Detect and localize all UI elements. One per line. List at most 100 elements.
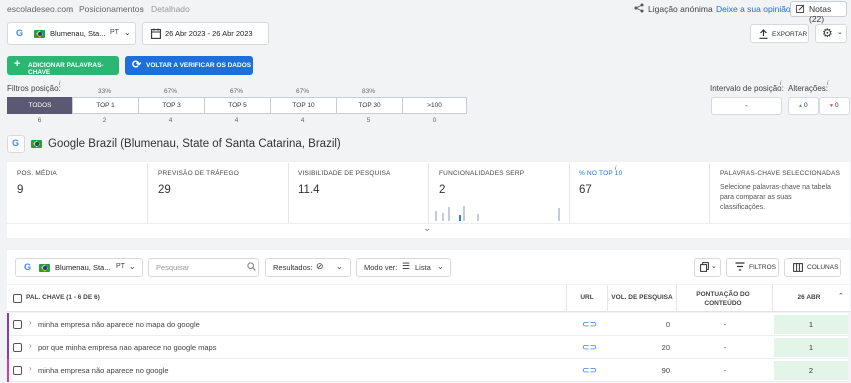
calendar-icon xyxy=(151,28,161,42)
keyword-search-input[interactable]: Pesquisar xyxy=(148,258,259,277)
filter-over100[interactable]: >100 xyxy=(402,97,467,114)
export-button[interactable]: EXPORTAR xyxy=(750,24,809,43)
chevron-down-icon: ⌄ xyxy=(423,223,432,234)
interval-value: - xyxy=(745,101,748,110)
filter-all[interactable]: TODOS xyxy=(7,97,73,114)
results-select[interactable]: Resultados: ⊘ ⌄ xyxy=(265,258,351,277)
breadcrumb-separator: › xyxy=(141,4,144,14)
chevron-up-icon[interactable]: ⌃ xyxy=(838,292,844,300)
share-icon[interactable] xyxy=(634,3,644,16)
metric-value-serp: 2 xyxy=(439,184,446,196)
position-interval-label: Intervalo de posição: xyxy=(710,84,784,93)
feedback-link[interactable]: Deixe a sua opinião xyxy=(716,4,791,14)
filter-pct-top10: 67% xyxy=(295,88,309,95)
metric-label-avg-position: POS. MÉDIA xyxy=(17,170,57,177)
chevron-down-icon: ⌄ xyxy=(124,28,131,37)
filters-button[interactable]: FILTROS xyxy=(726,258,779,277)
notes-button[interactable]: Notas (22) xyxy=(790,1,847,24)
list-icon: ☰ xyxy=(402,261,411,271)
link-icon[interactable]: ⊂⊃ xyxy=(582,342,597,353)
recheck-data-label: VOLTAR A VERIFICAR OS DADOS xyxy=(146,62,252,69)
metrics-divider xyxy=(569,163,570,223)
columns-icon xyxy=(793,263,803,275)
brazil-flag-icon xyxy=(31,140,42,148)
arrow-up-icon: ▲ xyxy=(798,103,803,109)
gear-icon: ⚙ xyxy=(822,26,833,40)
row-checkbox[interactable] xyxy=(13,343,22,352)
chevron-down-icon: ⌄ xyxy=(837,29,843,36)
view-mode-select[interactable]: Modo ver: ☰ Lista ⌄ xyxy=(356,258,451,277)
metrics-divider xyxy=(288,163,289,223)
chevron-down-icon: ⌄ xyxy=(336,262,343,271)
filter-top30[interactable]: TOP 30 xyxy=(336,97,403,114)
filter-count-top10: 4 xyxy=(300,117,305,124)
table-row[interactable]: › por que minha empresa nao aparece no g… xyxy=(7,336,848,359)
selected-keywords-text: Selecione palavras-chave na tabela para … xyxy=(720,184,831,211)
filter-icon xyxy=(735,262,745,274)
recheck-data-button[interactable]: ⟳ VOLTAR A VERIFICAR OS DADOS xyxy=(125,56,253,75)
date-range-picker[interactable]: 26 Abr 2023 - 26 Abr 2023 xyxy=(142,22,269,45)
link-icon[interactable]: ⊂⊃ xyxy=(582,319,597,330)
filter-top10[interactable]: TOP 10 xyxy=(270,97,337,114)
selected-keywords-label: PALAVRAS-CHAVE SELECCIONADAS xyxy=(720,170,841,177)
expand-chevron-icon[interactable]: › xyxy=(29,318,32,327)
copy-button[interactable]: ⌄ xyxy=(694,258,721,277)
anonymous-link[interactable]: Ligação anónima xyxy=(648,4,713,14)
columns-button[interactable]: COLUNAS xyxy=(784,258,841,277)
metrics-divider xyxy=(428,163,429,223)
filter-top5[interactable]: TOP 5 xyxy=(204,97,271,114)
row-checkbox[interactable] xyxy=(13,366,22,375)
date-range-value: 26 Abr 2023 - 26 Abr 2023 xyxy=(165,29,253,38)
brazil-flag-icon xyxy=(39,264,50,272)
google-icon: G xyxy=(16,28,24,38)
position-interval-input[interactable]: - xyxy=(711,97,782,115)
table-location-select[interactable]: G Blumenau, Sta... PT ⌄ xyxy=(15,258,143,277)
metric-value-top10: 67 xyxy=(579,184,592,196)
location-name: Blumenau, Sta... xyxy=(50,29,106,38)
location-select[interactable]: G Blumenau, Sta... PT ⌄ xyxy=(7,22,136,45)
select-all-checkbox[interactable] xyxy=(13,294,22,303)
column-header-keyword[interactable]: PAL. CHAVE (1 - 6 DE 6) xyxy=(26,294,100,301)
row-accent xyxy=(7,359,9,382)
google-icon: G xyxy=(12,138,20,148)
arrow-down-icon: ▼ xyxy=(829,103,834,109)
filter-count-top1: 2 xyxy=(102,117,107,124)
metric-label-traffic: PREVISÃO DE TRÁFEGO xyxy=(158,170,239,177)
view-mode-value: Lista xyxy=(415,263,431,272)
table-row[interactable]: › minha empresa não aparece no google ⊂⊃… xyxy=(7,359,848,382)
keyword-text: minha empresa não aparece no google xyxy=(38,366,169,375)
upload-icon xyxy=(759,29,768,42)
expand-chevron-icon[interactable]: › xyxy=(29,364,32,373)
chevron-down-icon: ⌄ xyxy=(437,262,444,271)
info-icon: i xyxy=(780,81,782,87)
position-cell: 2 xyxy=(774,361,848,380)
breadcrumb-site[interactable]: escoladeseo.com xyxy=(7,4,73,14)
column-header-volume[interactable]: VOL. DE PESQUISA xyxy=(608,294,676,301)
settings-button[interactable]: ⚙ ⌄ xyxy=(815,24,847,43)
brazil-flag-icon xyxy=(34,30,45,38)
link-icon[interactable]: ⊂⊃ xyxy=(582,365,597,376)
search-icon xyxy=(247,262,256,274)
row-accent xyxy=(7,313,9,336)
export-label: EXPORTAR xyxy=(772,31,808,38)
column-header-date[interactable]: 26 ABR xyxy=(773,294,845,301)
chevron-down-icon: ⌄ xyxy=(711,263,717,270)
changes-down-filter[interactable]: ▼ 0 xyxy=(819,97,850,115)
filter-count-top5: 4 xyxy=(234,117,239,124)
expand-chevron-icon[interactable]: › xyxy=(29,341,32,350)
breadcrumb-separator: › xyxy=(70,4,73,14)
add-keywords-button[interactable]: + ADICIONAR PALAVRAS-CHAVE xyxy=(7,56,119,76)
changes-up-filter[interactable]: ▲ 0 xyxy=(788,97,819,115)
filter-top1[interactable]: TOP 1 xyxy=(72,97,139,114)
expand-panel-bar[interactable]: ⌄ xyxy=(7,223,850,238)
row-checkbox[interactable] xyxy=(13,320,22,329)
column-header-content-score[interactable]: PONTUAÇÃO DO CONTEÚDO xyxy=(685,290,761,308)
position-cell: 1 xyxy=(774,315,848,334)
breadcrumb-positions[interactable]: Posicionamentos xyxy=(79,4,144,14)
table-row[interactable]: › minha empresa não aparece no mapa do g… xyxy=(7,313,848,336)
search-volume: 20 xyxy=(661,343,670,352)
filter-top3[interactable]: TOP 3 xyxy=(138,97,205,114)
column-header-url[interactable]: URL xyxy=(567,294,607,301)
content-score: - xyxy=(723,343,727,352)
filter-pct-top3: 67% xyxy=(163,88,177,95)
